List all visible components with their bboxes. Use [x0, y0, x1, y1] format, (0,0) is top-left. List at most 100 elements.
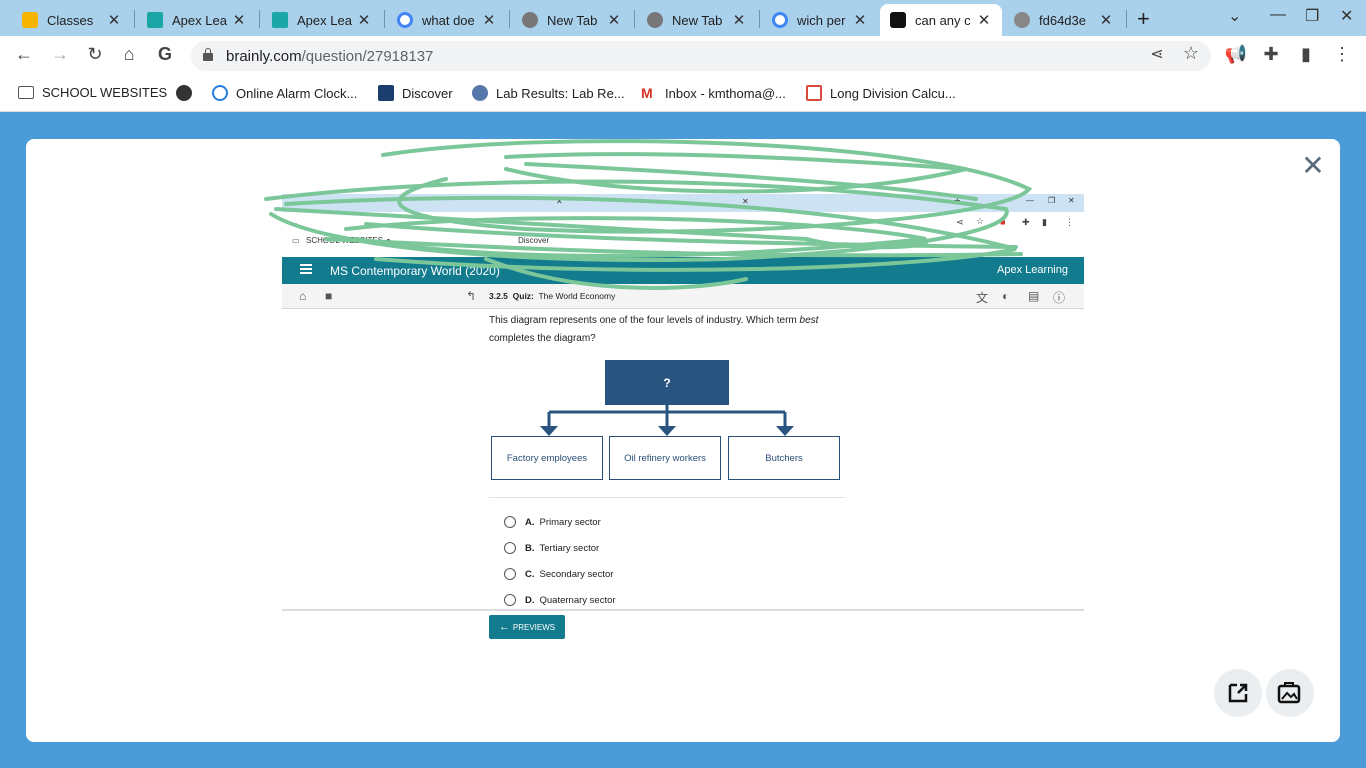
tab-fd64d3e[interactable]: fd64d3e ✕	[1004, 4, 1124, 36]
tab-classes[interactable]: Classes ✕	[12, 4, 132, 36]
side-panel-icon[interactable]: ▮	[1294, 44, 1318, 65]
quiz-breadcrumb: 3.2.5 Quiz: The World Economy	[489, 291, 615, 301]
option-text: Tertiary sector	[539, 542, 600, 554]
megaphone-extension-icon[interactable]: 📢	[1224, 44, 1248, 65]
tab-separator	[634, 10, 635, 28]
translate-icon: 文	[976, 291, 989, 305]
google-g-icon[interactable]: G	[153, 44, 177, 65]
image-viewer-modal: ✕ ✕ ✕ + — ❐ ✕ ← ⋖ ☆ ■ ✚ ▮ ⋮ ▭ SCHOOL WEB…	[26, 139, 1340, 742]
url-host: brainly.com	[226, 48, 302, 65]
previous-button: ← PREVIEWS	[489, 615, 565, 639]
tab-apex-1[interactable]: Apex Lea ✕	[137, 4, 257, 36]
bookmark-globe[interactable]	[176, 85, 200, 101]
lab-icon	[472, 85, 488, 101]
tab-label: what doe	[422, 12, 475, 28]
extensions-puzzle-icon[interactable]: ✚	[1259, 44, 1283, 65]
tab-strip: Classes ✕ Apex Lea ✕ Apex Lea ✕ what doe…	[0, 0, 1366, 36]
attached-screenshot: ✕ ✕ + — ❐ ✕ ← ⋖ ☆ ■ ✚ ▮ ⋮ ▭ SCHOOL WEBSI…	[282, 194, 1084, 614]
chrome-icon	[522, 12, 538, 28]
close-icon[interactable]: ✕	[731, 11, 747, 29]
tab-label: Classes	[47, 12, 94, 28]
home-icon[interactable]: ⌂	[117, 44, 141, 65]
tab-brainly-active[interactable]: can any c ✕	[880, 4, 1002, 36]
forward-arrow-icon[interactable]: →	[48, 44, 72, 65]
tab-label: fd64d3e	[1039, 12, 1086, 28]
gmail-icon: M	[641, 85, 653, 101]
reload-icon[interactable]: ↻	[83, 44, 107, 65]
bookmark-lab-results[interactable]: Lab Results: Lab Re...	[472, 85, 625, 101]
menu-kebab-icon: ⋮	[1065, 217, 1074, 227]
bookmark-label: Inbox - kmthoma@...	[665, 85, 786, 101]
close-icon[interactable]: ✕	[481, 11, 497, 29]
tab-separator	[759, 10, 760, 28]
apex-header: MS Contemporary World (2020) Apex Learni…	[282, 257, 1084, 284]
bookmark-online-alarm-clock[interactable]: Online Alarm Clock...	[212, 85, 357, 101]
radio-button	[504, 542, 516, 554]
close-icon[interactable]: ✕	[231, 11, 247, 29]
tab-google-search-1[interactable]: what doe ✕	[387, 4, 507, 36]
browser-toolbar: ← → ↻ ⌂ G brainly.com/question/27918137 …	[0, 36, 1366, 76]
close-icon[interactable]: ✕	[852, 11, 868, 29]
bookmark-label: Online Alarm Clock...	[236, 85, 358, 101]
bookmark-long-division[interactable]: Long Division Calcu...	[806, 85, 956, 101]
close-icon[interactable]: ✕	[976, 11, 992, 29]
bookmark-gmail-inbox[interactable]: M Inbox - kmthoma@...	[641, 85, 786, 101]
close-icon[interactable]: ✕	[606, 11, 622, 29]
open-in-new-tab-button[interactable]	[1214, 669, 1262, 717]
alarm-clock-icon	[212, 85, 228, 101]
tab-label: Apex Lea	[172, 12, 227, 28]
minimize-icon[interactable]: —	[1270, 6, 1286, 24]
discover-icon	[378, 85, 394, 101]
google-icon	[772, 12, 788, 28]
up-arrow-icon: ↰	[466, 289, 477, 303]
bookmark-star-icon[interactable]: ☆	[1179, 43, 1203, 64]
window-close-icon[interactable]: ✕	[1340, 6, 1353, 26]
option-letter: D.	[525, 594, 535, 606]
image-search-button[interactable]	[1266, 669, 1314, 717]
option-text: Primary sector	[539, 516, 601, 528]
restore-icon: ❐	[1048, 196, 1056, 205]
google-icon	[397, 12, 413, 28]
inner-tab-strip: ✕ ✕ + — ❐ ✕	[282, 194, 1084, 212]
bookmark-label: SCHOOL WEBSITES	[42, 85, 168, 100]
divider	[282, 609, 1084, 611]
quiz-title: The World Economy	[538, 291, 616, 301]
close-icon[interactable]: ✕	[1098, 11, 1114, 29]
tab-new-tab-2[interactable]: New Tab ✕	[637, 4, 757, 36]
close-icon[interactable]: ✕	[356, 11, 372, 29]
tab-new-tab-1[interactable]: New Tab ✕	[512, 4, 632, 36]
lock-icon[interactable]	[203, 48, 213, 61]
radio-button	[504, 516, 516, 528]
minimize-icon: —	[1026, 196, 1034, 205]
modal-close-icon[interactable]: ✕	[1300, 152, 1326, 180]
inner-toolbar: ← ⋖ ☆ ■ ✚ ▮ ⋮	[282, 212, 1084, 234]
bookmark-school-websites[interactable]: SCHOOL WEBSITES	[18, 85, 167, 100]
url-text[interactable]: brainly.com/question/27918137	[226, 48, 433, 65]
external-link-icon	[1228, 683, 1248, 703]
option-letter: C.	[525, 568, 535, 580]
question-emphasis: best	[799, 315, 819, 326]
tab-apex-2[interactable]: Apex Lea ✕	[262, 4, 382, 36]
apex-icon	[147, 12, 163, 28]
tab-separator	[509, 10, 510, 28]
restore-icon[interactable]: ❐	[1305, 6, 1319, 26]
radio-button	[504, 594, 516, 606]
briefcase-icon: ■	[325, 289, 333, 303]
question-text: This diagram represents one of the four …	[489, 312, 849, 348]
industry-diagram: ? Factory employees Oil refinery workers…	[491, 360, 843, 485]
close-icon[interactable]: ✕	[106, 11, 122, 29]
quiz-number: 3.2.5	[489, 291, 508, 301]
answer-option-c: C. Secondary sector	[504, 568, 613, 580]
menu-kebab-icon[interactable]: ⋮	[1330, 44, 1354, 65]
tab-search-chevron-icon[interactable]: ⌄	[1228, 6, 1241, 26]
address-bar[interactable]: brainly.com/question/27918137 ⋖ ☆	[191, 41, 1211, 71]
tab-label: can any c	[915, 12, 971, 28]
share-icon[interactable]: ⋖	[1145, 44, 1169, 64]
print-icon: ▤	[1028, 289, 1040, 303]
new-tab-plus-icon[interactable]: +	[1137, 6, 1150, 32]
quiz-toolbar: ⌂ ■ ↰ 3.2.5 Quiz: The World Economy 文 ◐ …	[282, 284, 1084, 309]
bookmark-discover[interactable]: Discover	[378, 85, 453, 101]
previous-label: PREVIEWS	[512, 622, 556, 632]
back-arrow-icon[interactable]: ←	[12, 44, 36, 65]
tab-google-search-2[interactable]: wich per ✕	[762, 4, 878, 36]
